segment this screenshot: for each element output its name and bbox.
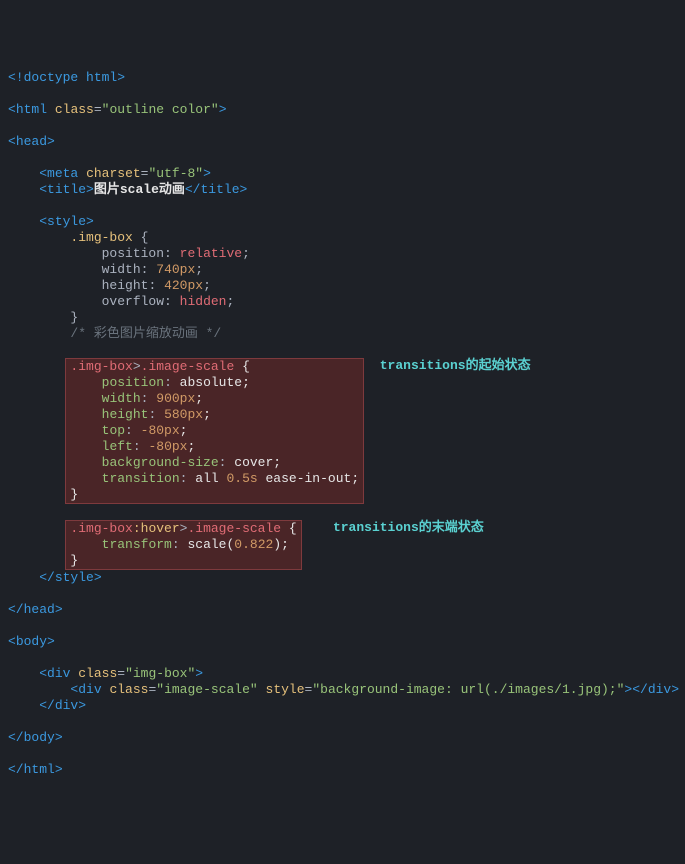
highlight-block-2: .img-box:hover>.image-scale { transform:…	[65, 520, 301, 570]
code-block: <!doctype html> <html class="outline col…	[8, 70, 677, 778]
highlight-block-1: .img-box>.image-scale { position: absolu…	[65, 358, 364, 504]
annotation-end-state: transitions的末端状态	[333, 520, 484, 535]
annotation-start-state: transitions的起始状态	[380, 358, 531, 373]
doctype: <!doctype html>	[8, 70, 125, 85]
